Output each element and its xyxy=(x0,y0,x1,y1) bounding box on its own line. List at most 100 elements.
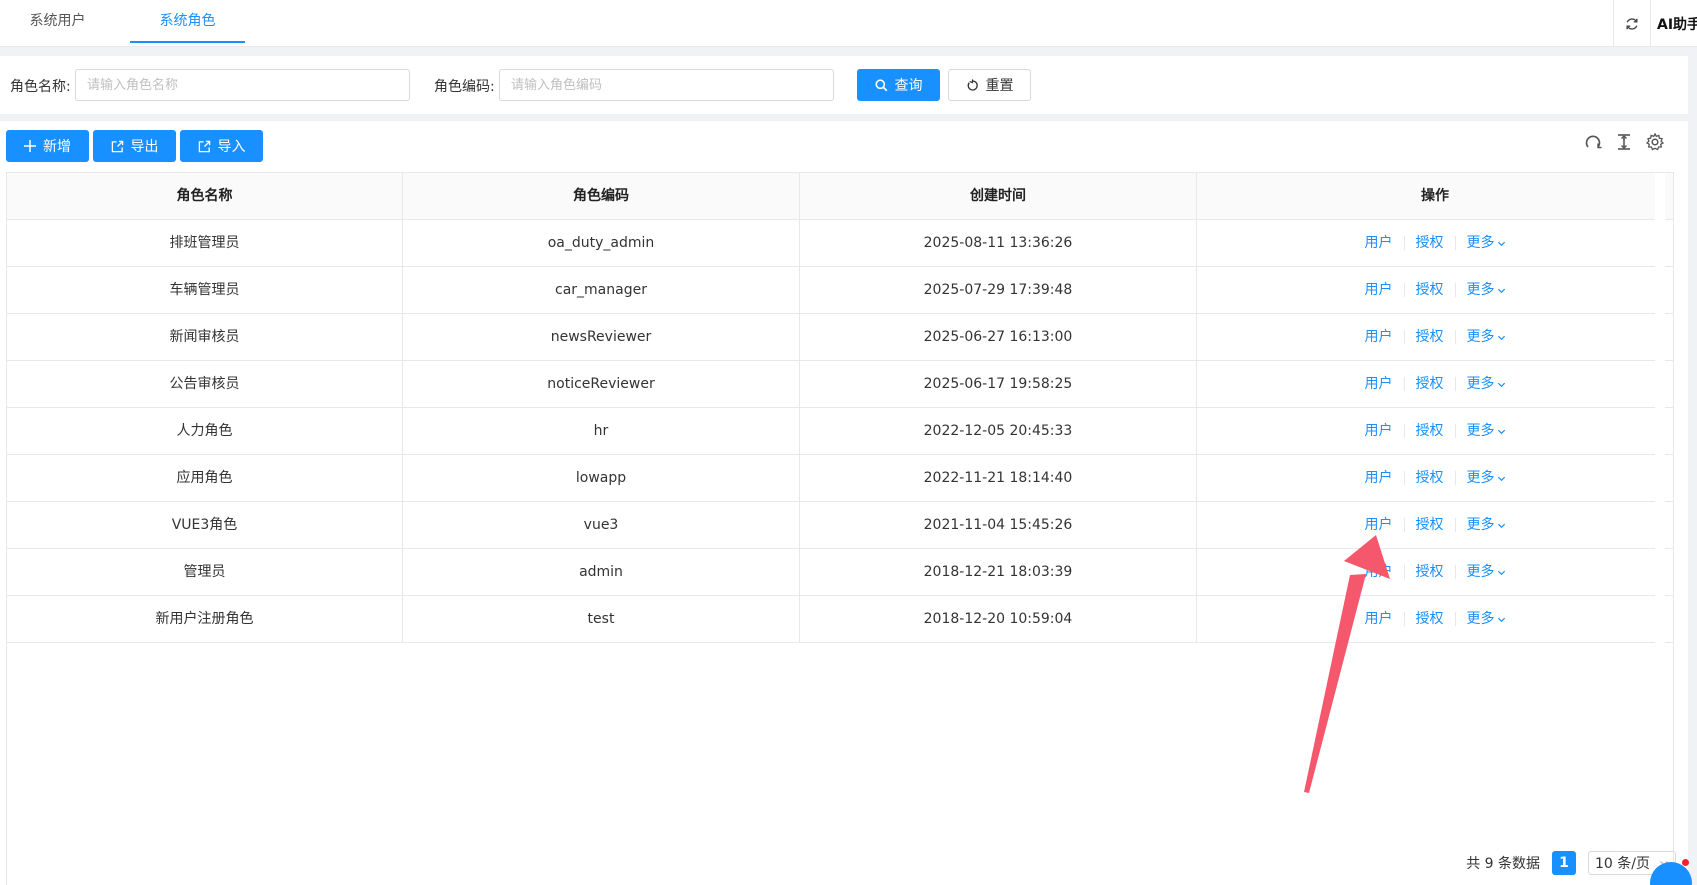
roles-table: 角色名称 角色编码 创建时间 操作 排班管理员 oa_duty_admin 2025… xyxy=(6,172,1674,885)
more-action-label: 更多 xyxy=(1466,235,1495,251)
table-row: 车辆管理员 car_manager 2025-07-29 17:39:48 用户 授权更… xyxy=(7,267,1673,314)
header-actions: 操作 xyxy=(1421,188,1449,204)
cell-role-name: 人力角色 xyxy=(7,408,403,454)
authorize-action-link[interactable]: 授权 xyxy=(1405,267,1455,313)
cell-actions: 用户 授权 更多 xyxy=(1197,361,1673,407)
users-action-link[interactable]: 用户 xyxy=(1354,220,1404,266)
users-action-link[interactable]: 用户 xyxy=(1354,267,1404,313)
authorize-action-link[interactable]: 授权 xyxy=(1405,408,1455,454)
users-action-link[interactable]: 用户 xyxy=(1354,502,1404,548)
page-1-button[interactable]: 1 xyxy=(1552,851,1576,875)
users-action-link[interactable]: 用户 xyxy=(1354,361,1404,407)
export-button[interactable]: 导出 xyxy=(93,130,176,162)
cell-role-name: 管理员 xyxy=(7,549,403,595)
cell-actions: 用户 授权 更多 xyxy=(1197,267,1673,313)
more-action-label: 更多 xyxy=(1466,376,1495,392)
more-action-label: 更多 xyxy=(1466,564,1495,580)
chevron-down-icon xyxy=(1497,335,1505,340)
table-row: 排班管理员 oa_duty_admin 2025-08-11 13:36:26 用户授… xyxy=(7,220,1673,267)
reset-button-label: 重置 xyxy=(985,78,1014,94)
more-action-dropdown[interactable]: 更多 xyxy=(1456,361,1517,407)
cell-created-time: 2021-11-04 15:45:26 xyxy=(800,502,1197,548)
tab-system-roles[interactable]: 系统角色 xyxy=(130,0,245,43)
authorize-action-link[interactable]: 授权 xyxy=(1405,549,1455,595)
users-action-link[interactable]: 用户 xyxy=(1354,455,1404,501)
column-settings-button[interactable] xyxy=(1646,133,1664,151)
tab-system-users[interactable]: 系统用户 xyxy=(0,0,115,43)
add-button[interactable]: 新增 xyxy=(6,130,89,162)
cell-actions: 用户 授权 更多 xyxy=(1197,502,1673,548)
chevron-down-icon xyxy=(1497,523,1505,528)
more-action-dropdown[interactable]: 更多 xyxy=(1456,408,1517,454)
cell-actions: 用户 授权 更多 xyxy=(1197,408,1673,454)
total-count: 共 9 条数据 xyxy=(1466,856,1540,872)
users-action-link[interactable]: 用户 xyxy=(1354,314,1404,360)
table-row: VUE3角色 vue3 2021-11-04 15:45:26 用户 授权 更多 xyxy=(7,502,1673,549)
header-created-time[interactable]: 创建时间 xyxy=(800,173,1197,220)
cell-actions: 用户 授权 更多 xyxy=(1197,220,1673,266)
reset-button[interactable]: 重置 xyxy=(948,69,1031,101)
more-action-dropdown[interactable]: 更多 xyxy=(1456,596,1517,642)
users-action-link[interactable]: 用户 xyxy=(1354,596,1404,642)
reload-icon xyxy=(1585,135,1602,149)
cell-actions: 用户 授权 更多 xyxy=(1197,455,1673,501)
cell-role-code: vue3 xyxy=(403,502,800,548)
reload-table-button[interactable] xyxy=(1584,133,1602,151)
cell-role-name: 排班管理员 xyxy=(7,220,403,266)
cell-role-code: lowapp xyxy=(403,455,800,501)
more-action-label: 更多 xyxy=(1466,282,1495,298)
cell-role-code: noticeReviewer xyxy=(403,361,800,407)
chevron-down-icon xyxy=(1497,476,1505,481)
column-height-icon xyxy=(1618,134,1630,150)
more-action-dropdown[interactable]: 更多 xyxy=(1456,267,1517,313)
table-row: 新闻审核员 newsReviewer 2025-06-27 16:13:00 用户 授权… xyxy=(7,314,1673,361)
table-body: 排班管理员 oa_duty_admin 2025-08-11 13:36:26 用户授… xyxy=(7,220,1673,643)
authorize-action-link[interactable]: 授权 xyxy=(1405,314,1455,360)
cell-role-code: test xyxy=(403,596,800,642)
authorize-action-link[interactable]: 授权 xyxy=(1405,455,1455,501)
query-button[interactable]: 查询 xyxy=(857,69,940,101)
density-button[interactable] xyxy=(1615,133,1633,151)
authorize-action-link[interactable]: 授权 xyxy=(1405,596,1455,642)
cell-actions: 用户 授权 更多 xyxy=(1197,596,1673,642)
query-button-label: 查询 xyxy=(894,78,923,94)
refresh-tab-button[interactable] xyxy=(1613,0,1650,47)
users-action-link[interactable]: 用户 xyxy=(1354,408,1404,454)
role-name-label: 角色名称: xyxy=(10,79,71,95)
more-action-dropdown[interactable]: 更多 xyxy=(1456,502,1517,548)
table-tools xyxy=(1584,133,1664,151)
chevron-down-icon xyxy=(1497,382,1505,387)
header-role-name[interactable]: 角色名称 xyxy=(7,173,403,220)
more-action-dropdown[interactable]: 更多 xyxy=(1456,220,1517,266)
cell-role-code: hr xyxy=(403,408,800,454)
ai-assistant-button[interactable]: AI助手 xyxy=(1650,0,1697,47)
chevron-down-icon xyxy=(1497,570,1505,575)
authorize-action-link[interactable]: 授权 xyxy=(1405,220,1455,266)
cell-created-time: 2022-11-21 18:14:40 xyxy=(800,455,1197,501)
authorize-action-link[interactable]: 授权 xyxy=(1405,502,1455,548)
cell-created-time: 2025-07-29 17:39:48 xyxy=(800,267,1197,313)
more-action-dropdown[interactable]: 更多 xyxy=(1456,455,1517,501)
cell-role-code: car_manager xyxy=(403,267,800,313)
cell-created-time: 2025-06-27 16:13:00 xyxy=(800,314,1197,360)
import-button[interactable]: 导入 xyxy=(180,130,263,162)
more-action-dropdown[interactable]: 更多 xyxy=(1456,549,1517,595)
role-code-input[interactable] xyxy=(499,69,834,101)
header-role-code[interactable]: 角色编码 xyxy=(403,173,800,220)
import-button-label: 导入 xyxy=(217,139,246,155)
cell-role-name: 新闻审核员 xyxy=(7,314,403,360)
cell-role-name: 应用角色 xyxy=(7,455,403,501)
topbar-right-actions: AI助手 xyxy=(1613,0,1697,47)
chevron-down-icon xyxy=(1497,617,1505,622)
export-button-label: 导出 xyxy=(130,139,159,155)
cell-role-name: VUE3角色 xyxy=(7,502,403,548)
authorize-action-link[interactable]: 授权 xyxy=(1405,361,1455,407)
role-name-input[interactable] xyxy=(75,69,410,101)
cell-actions: 用户 授权 更多 xyxy=(1197,549,1673,595)
table-scrollbar[interactable] xyxy=(1655,173,1665,885)
more-action-dropdown[interactable]: 更多 xyxy=(1456,314,1517,360)
gear-icon xyxy=(1646,133,1664,151)
users-action-link[interactable]: 用户 xyxy=(1354,549,1404,595)
more-action-label: 更多 xyxy=(1466,517,1495,533)
table-header-row: 角色名称 角色编码 创建时间 操作 xyxy=(7,173,1673,220)
